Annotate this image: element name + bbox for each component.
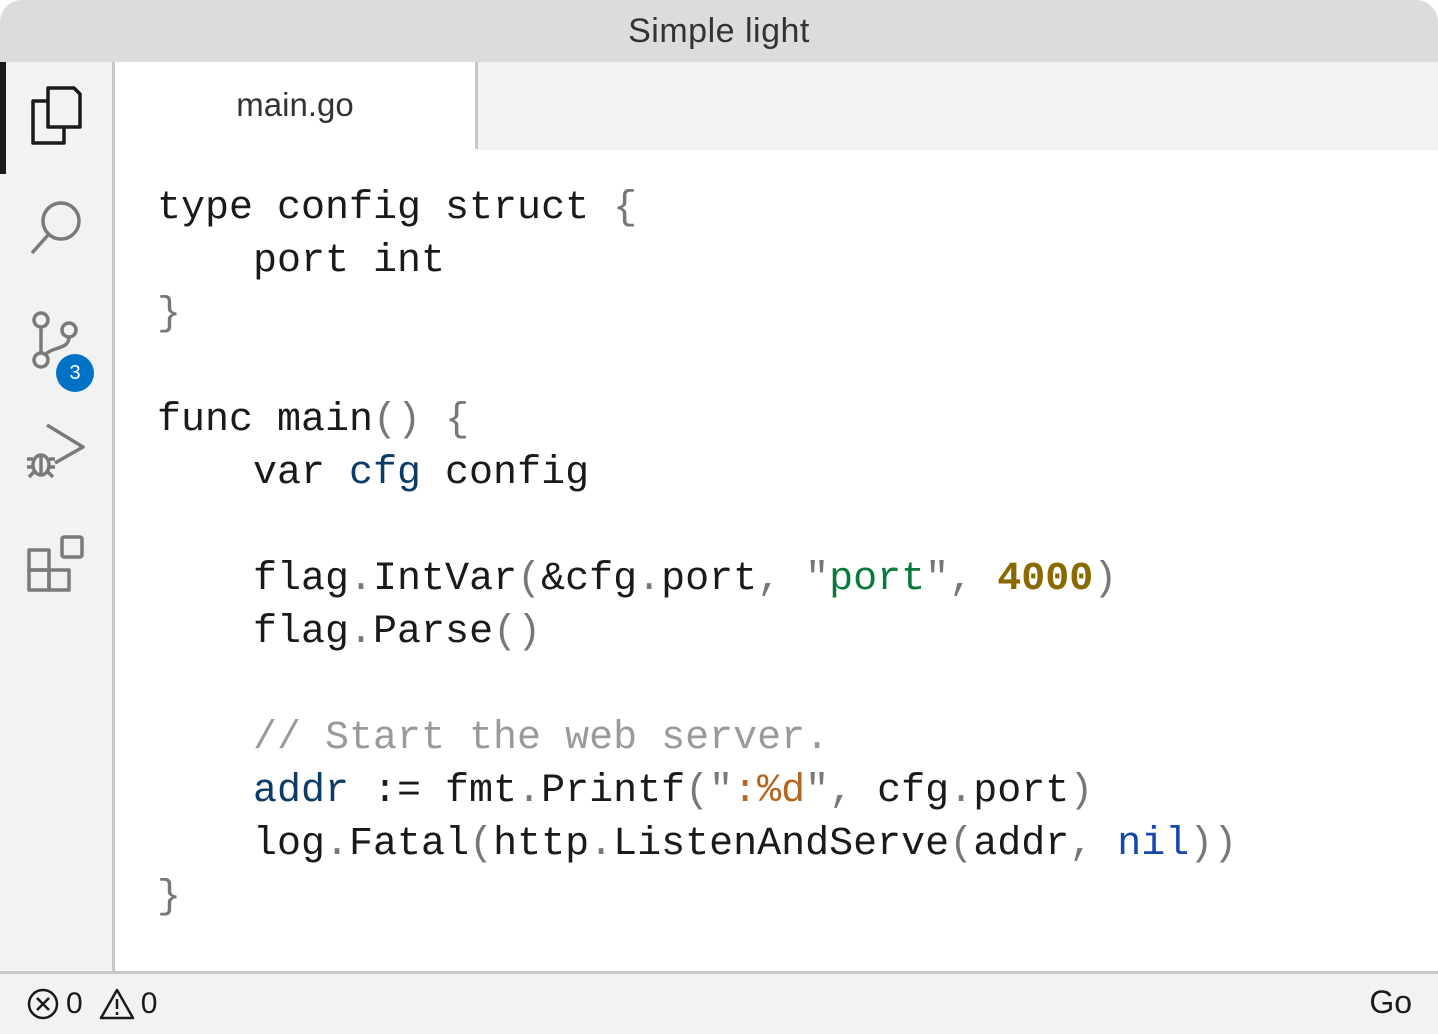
search-icon <box>27 199 85 262</box>
token-comment: // Start the web server. <box>157 716 830 761</box>
token-punct: ", <box>925 557 998 602</box>
token: addr <box>973 822 1070 867</box>
code-line-3: } <box>157 288 1237 341</box>
token-punct: ", <box>805 769 878 814</box>
token: type config struct <box>157 186 614 231</box>
token-punct: ) <box>1069 769 1094 814</box>
token-punct: (" <box>685 769 734 814</box>
activity-bar: 3 <box>0 62 115 971</box>
token-punct: , <box>1069 822 1118 867</box>
token: Fatal <box>349 822 470 867</box>
editor-window: Simple light 3 main.go type config struc… <box>0 0 1438 1034</box>
token-string: port <box>829 557 926 602</box>
token-punct: ( <box>949 822 974 867</box>
tab-strip: main.go <box>115 62 1438 150</box>
token: flag <box>157 557 350 602</box>
warning-icon <box>99 988 134 1020</box>
files-icon <box>28 85 84 152</box>
token: port <box>661 557 758 602</box>
token-number: 4000 <box>997 557 1094 602</box>
code-line-1: type config struct { <box>157 182 1237 235</box>
token: := fmt <box>349 769 518 814</box>
error-icon <box>27 988 59 1020</box>
code-editor[interactable]: type config struct { port int} func main(… <box>115 150 1438 971</box>
window-title: Simple light <box>628 11 810 50</box>
code-line-6: var cfg config <box>157 447 1237 500</box>
title-bar: Simple light <box>0 0 1438 62</box>
token: ListenAndServe <box>613 822 950 867</box>
token-punct: , " <box>757 557 830 602</box>
token: var <box>157 451 350 496</box>
code-line-11: // Start the web server. <box>157 712 1237 765</box>
token-punct: () <box>373 398 422 443</box>
status-bar: 0 0 Go <box>0 971 1438 1034</box>
warning-count: 0 <box>140 987 158 1020</box>
token-punct: . <box>517 769 542 814</box>
token: config <box>421 451 590 496</box>
token: port <box>973 769 1070 814</box>
code-line-8: flag.IntVar(&cfg.port, "port", 4000) <box>157 553 1237 606</box>
tab-label: main.go <box>236 86 354 123</box>
token-punct: ( <box>469 822 494 867</box>
extensions-icon <box>26 534 86 599</box>
activity-run-debug[interactable] <box>0 398 112 510</box>
status-errors[interactable]: 0 <box>26 987 83 1021</box>
activity-search[interactable] <box>0 174 112 286</box>
code-line-2: port int <box>157 235 1237 288</box>
token-punct: . <box>349 557 374 602</box>
token-punct: () <box>493 610 542 655</box>
token: Printf <box>541 769 686 814</box>
tab-main-go[interactable]: main.go <box>115 62 478 150</box>
code-line-9: flag.Parse() <box>157 606 1237 659</box>
token-punct: . <box>325 822 350 867</box>
status-warnings[interactable]: 0 <box>99 987 158 1021</box>
activity-source-control[interactable]: 3 <box>0 286 112 398</box>
code-line-13: log.Fatal(http.ListenAndServe(addr, nil)… <box>157 818 1237 871</box>
token: port int <box>157 239 446 284</box>
token: IntVar <box>373 557 518 602</box>
source-control-badge: 3 <box>56 354 94 392</box>
token: cfg <box>877 769 950 814</box>
token-punct: ) <box>1093 557 1118 602</box>
activity-explorer[interactable] <box>0 62 112 174</box>
token-punct: } <box>157 292 182 337</box>
activity-extensions[interactable] <box>0 510 112 622</box>
token-punct: } <box>157 875 182 920</box>
token: http <box>493 822 590 867</box>
token: Parse <box>373 610 494 655</box>
token-variable: addr <box>253 769 350 814</box>
token-punct: . <box>637 557 662 602</box>
code-line-5: func main() { <box>157 394 1237 447</box>
code-line-12: addr := fmt.Printf(":%d", cfg.port) <box>157 765 1237 818</box>
token: &cfg <box>541 557 638 602</box>
token-punct: { <box>613 186 638 231</box>
token-punct: ( <box>517 557 542 602</box>
token-format: :%d <box>733 769 806 814</box>
token-punct: { <box>445 398 470 443</box>
language-mode[interactable]: Go <box>1369 984 1412 1021</box>
token: func main <box>157 398 374 443</box>
token-punct: . <box>949 769 974 814</box>
code-line-14: } <box>157 871 1237 924</box>
code-block: type config struct { port int} func main(… <box>157 182 1237 924</box>
run-debug-icon <box>25 421 87 488</box>
token: flag <box>157 610 350 655</box>
token-punct: . <box>589 822 614 867</box>
token-keyword: nil <box>1117 822 1190 867</box>
token: log <box>157 822 326 867</box>
token-variable: cfg <box>349 451 422 496</box>
token-punct: )) <box>1189 822 1238 867</box>
error-count: 0 <box>66 987 83 1020</box>
token-punct: . <box>349 610 374 655</box>
